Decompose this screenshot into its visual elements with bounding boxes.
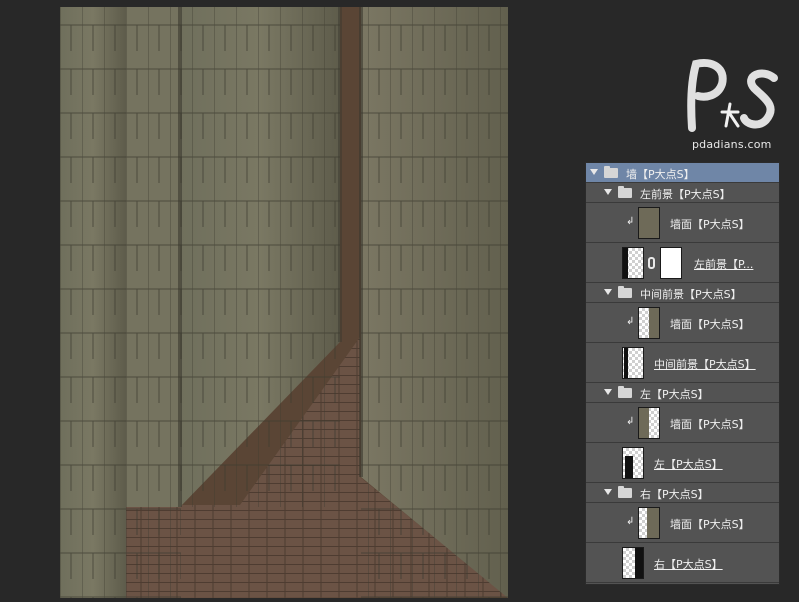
- layer-row[interactable]: 右【P大点S】: [586, 543, 779, 583]
- group-name: 左前景【P大点S】: [640, 188, 731, 201]
- layer-name: 墙面【P大点S】: [670, 418, 750, 431]
- layer-row[interactable]: ↲ 墙面【P大点S】: [586, 503, 779, 543]
- alley-artwork: [60, 7, 508, 598]
- layer-row[interactable]: ↲ 墙面【P大点S】: [586, 303, 779, 343]
- layer-thumbnail[interactable]: [638, 407, 660, 439]
- folder-icon: [618, 186, 632, 198]
- layer-group-row[interactable]: 左前景【P大点S】: [586, 183, 779, 203]
- layer-group-row[interactable]: 右【P大点S】: [586, 483, 779, 503]
- expand-caret-icon[interactable]: [604, 189, 612, 195]
- layer-mask-thumbnail[interactable]: [660, 247, 682, 279]
- layer-name: 中间前景【P大点S】: [654, 358, 756, 371]
- clipping-mask-icon: ↲: [626, 216, 635, 227]
- layer-group-row[interactable]: 中间前景【P大点S】: [586, 283, 779, 303]
- group-name: 墙【P大点S】: [626, 168, 695, 181]
- group-name: 右【P大点S】: [640, 488, 709, 501]
- layer-name: 左【P大点S】: [654, 458, 723, 471]
- layer-row[interactable]: ↲ 墙面【P大点S】: [586, 203, 779, 243]
- group-name: 中间前景【P大点S】: [640, 288, 742, 301]
- document-canvas[interactable]: [60, 7, 508, 598]
- layer-name: 右【P大点S】: [654, 558, 723, 571]
- expand-caret-icon[interactable]: [604, 289, 612, 295]
- group-name: 左【P大点S】: [640, 388, 709, 401]
- layer-row[interactable]: 左前景【P...: [586, 243, 779, 283]
- layer-row[interactable]: 中间前景【P大点S】: [586, 343, 779, 383]
- layer-thumbnail[interactable]: [622, 247, 644, 279]
- layer-row[interactable]: 左【P大点S】: [586, 443, 779, 483]
- layer-thumbnail[interactable]: [638, 307, 660, 339]
- layer-thumbnail[interactable]: [638, 207, 660, 239]
- expand-caret-icon[interactable]: [604, 389, 612, 395]
- folder-icon: [618, 286, 632, 298]
- mask-link-icon[interactable]: [648, 257, 655, 269]
- layer-name: 墙面【P大点S】: [670, 218, 750, 231]
- ps-logo-mark: [687, 59, 778, 132]
- layer-group-row[interactable]: 墙【P大点S】: [586, 163, 779, 183]
- layer-name: 左前景【P...: [694, 258, 754, 271]
- layer-thumbnail[interactable]: [638, 507, 660, 539]
- layer-name: 墙面【P大点S】: [670, 518, 750, 531]
- layer-thumbnail[interactable]: [622, 547, 644, 579]
- expand-caret-icon[interactable]: [590, 169, 598, 175]
- clipping-mask-icon: ↲: [626, 516, 635, 527]
- layer-group-row[interactable]: 左【P大点S】: [586, 383, 779, 403]
- layers-panel: 墙【P大点S】 左前景【P大点S】 ↲ 墙面【P大点S】 左前景【P... 中间前景【P大…: [585, 162, 780, 585]
- layer-thumbnail[interactable]: [622, 347, 644, 379]
- layer-name: 墙面【P大点S】: [670, 318, 750, 331]
- ps-logo-watermark: pdadians.com: [682, 58, 792, 158]
- expand-caret-icon[interactable]: [604, 489, 612, 495]
- clipping-mask-icon: ↲: [626, 316, 635, 327]
- folder-icon: [618, 386, 632, 398]
- clipping-mask-icon: ↲: [626, 416, 635, 427]
- layer-row[interactable]: ↲ 墙面【P大点S】: [586, 403, 779, 443]
- layer-thumbnail[interactable]: [622, 447, 644, 479]
- folder-icon: [618, 486, 632, 498]
- folder-icon: [604, 166, 618, 178]
- watermark-url: pdadians.com: [692, 138, 772, 151]
